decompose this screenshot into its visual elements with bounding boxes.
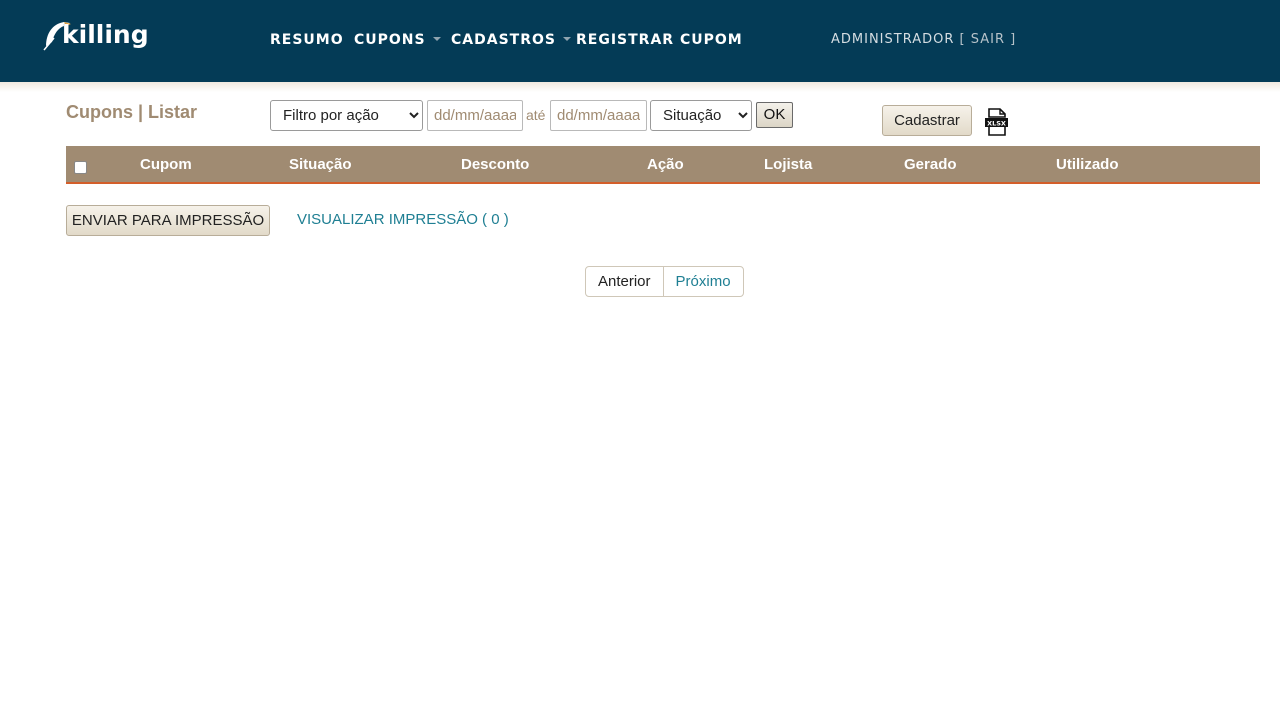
coupon-table-header: Cupom Situação Desconto Ação Lojista Ger… bbox=[66, 146, 1260, 184]
column-header-desconto[interactable]: Desconto bbox=[461, 156, 529, 173]
user-area: ADMINISTRADOR [ SAIR ] bbox=[831, 32, 1016, 47]
status-filter-select[interactable]: Situação bbox=[650, 100, 752, 131]
nav-item-cupons[interactable]: CUPONS bbox=[354, 32, 441, 48]
nav-item-label: REGISTRAR CUPOM bbox=[576, 32, 743, 48]
column-header-gerado[interactable]: Gerado bbox=[904, 156, 957, 173]
page-title: Cupons | Listar bbox=[66, 102, 198, 122]
send-to-print-button[interactable]: ENVIAR PARA IMPRESSÃO bbox=[66, 205, 270, 236]
action-filter-select[interactable]: Filtro por ação bbox=[270, 100, 423, 131]
date-between-label: até bbox=[526, 107, 546, 123]
ok-button[interactable]: OK bbox=[756, 102, 793, 128]
nav-item-resumo[interactable]: RESUMO bbox=[270, 32, 344, 48]
user-name: ADMINISTRADOR bbox=[831, 32, 955, 47]
xlsx-label: XLSX bbox=[987, 120, 1006, 128]
xlsx-file-icon[interactable]: XLSX bbox=[984, 108, 1009, 136]
pagination: Anterior Próximo bbox=[585, 266, 744, 297]
nav-item-registrar-cupom[interactable]: REGISTRAR CUPOM bbox=[576, 32, 743, 48]
nav-item-label: CADASTROS bbox=[451, 32, 556, 48]
column-header-situacao[interactable]: Situação bbox=[289, 156, 352, 173]
date-to-input[interactable] bbox=[550, 100, 647, 131]
nav-item-label: CUPONS bbox=[354, 32, 426, 48]
register-button[interactable]: Cadastrar bbox=[882, 105, 972, 136]
header-shadow bbox=[0, 82, 1280, 92]
view-print-link[interactable]: VISUALIZAR IMPRESSÃO ( 0 ) bbox=[297, 211, 509, 228]
nav-item-label: RESUMO bbox=[270, 32, 344, 48]
column-header-cupom[interactable]: Cupom bbox=[140, 156, 192, 173]
caret-down-icon bbox=[432, 37, 441, 41]
logout-link[interactable]: [ SAIR ] bbox=[960, 32, 1017, 47]
caret-down-icon bbox=[562, 37, 571, 41]
brand-logo-text[interactable]: killing bbox=[62, 20, 149, 49]
next-page-button[interactable]: Próximo bbox=[664, 267, 743, 296]
date-from-input[interactable] bbox=[427, 100, 523, 131]
column-header-acao[interactable]: Ação bbox=[647, 156, 684, 173]
nav-item-cadastros[interactable]: CADASTROS bbox=[451, 32, 571, 48]
previous-page-button[interactable]: Anterior bbox=[586, 267, 664, 296]
column-header-lojista[interactable]: Lojista bbox=[764, 156, 812, 173]
column-header-utilizado[interactable]: Utilizado bbox=[1056, 156, 1119, 173]
select-all-checkbox[interactable] bbox=[74, 161, 87, 174]
